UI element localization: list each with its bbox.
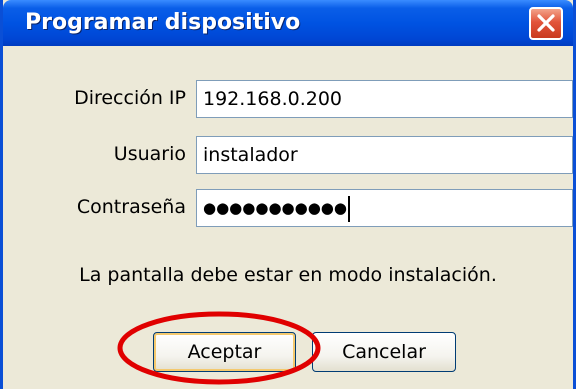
password-label: Contraseña <box>76 196 186 218</box>
username-value: instalador <box>203 144 298 166</box>
title-bar[interactable]: Programar dispositivo <box>3 0 573 46</box>
cancel-button[interactable]: Cancelar <box>312 332 456 372</box>
ip-address-label: Dirección IP <box>74 87 186 109</box>
close-icon <box>537 14 555 32</box>
ip-address-value: 192.168.0.200 <box>203 88 343 110</box>
info-message: La pantalla debe estar en modo instalaci… <box>79 264 497 286</box>
username-field[interactable]: instalador <box>196 136 573 174</box>
text-caret <box>347 195 350 222</box>
password-field[interactable]: ●●●●●●●●●●● <box>196 189 573 227</box>
password-value: ●●●●●●●●●●● <box>203 199 347 217</box>
dialog-title: Programar dispositivo <box>25 10 301 35</box>
username-label: Usuario <box>113 143 186 165</box>
ip-address-field[interactable]: 192.168.0.200 <box>196 80 573 118</box>
close-button[interactable] <box>529 7 563 40</box>
dialog-window: Programar dispositivo Dirección IP 192.1… <box>0 0 576 389</box>
accept-button[interactable]: Aceptar <box>153 332 296 372</box>
